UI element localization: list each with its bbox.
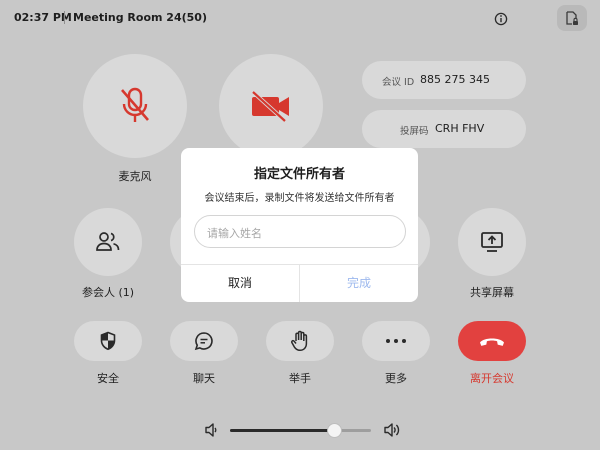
document-lock-icon <box>566 11 578 25</box>
microphone-button[interactable] <box>83 54 187 158</box>
leave-meeting-button[interactable] <box>458 321 526 361</box>
leave-meeting-label: 离开会议 <box>470 372 514 385</box>
meeting-room-title: Meeting Room 24(50) <box>73 11 207 24</box>
done-button[interactable]: 完成 <box>300 264 418 302</box>
cancel-button[interactable]: 取消 <box>181 264 299 302</box>
volume-slider-thumb[interactable] <box>326 423 342 438</box>
volume-slider[interactable] <box>230 423 371 438</box>
raise-hand-label: 举手 <box>289 372 311 385</box>
chat-label: 聊天 <box>193 372 215 385</box>
chat-bubble-icon <box>194 332 213 351</box>
video-off-icon <box>251 90 289 123</box>
owner-name-placeholder: 请输入姓名 <box>207 227 262 240</box>
share-screen-label: 共享屏幕 <box>470 286 514 299</box>
volume-control <box>0 412 600 448</box>
security-label: 安全 <box>97 372 119 385</box>
more-dots-icon <box>386 339 406 343</box>
hang-up-icon <box>480 338 504 346</box>
people-icon <box>96 232 120 251</box>
microphone-muted-icon <box>121 87 149 122</box>
cast-code-key: 投屏码 <box>400 126 429 137</box>
video-button[interactable] <box>219 54 323 158</box>
more-button[interactable] <box>362 321 430 361</box>
more-label: 更多 <box>385 372 407 385</box>
participants-button[interactable] <box>74 208 142 276</box>
share-screen-icon <box>481 232 503 252</box>
meeting-id-key: 会议 ID <box>382 77 415 88</box>
security-button[interactable] <box>74 321 142 361</box>
dialog-subtitle: 会议结束后，录制文件将发送给文件所有者 <box>204 193 395 204</box>
cast-code-pill: 投屏码 CRH FHV <box>362 110 526 148</box>
chat-button[interactable] <box>170 321 238 361</box>
participants-label: 参会人 (1) <box>81 286 135 299</box>
info-icon[interactable] <box>494 12 508 26</box>
volume-high-icon[interactable] <box>383 422 401 438</box>
top-bar: 02:37 PM Meeting Room 24(50) <box>0 0 600 36</box>
owner-name-input[interactable]: 请输入姓名 <box>194 215 406 248</box>
dialog-title: 指定文件所有者 <box>253 167 345 182</box>
hand-icon <box>291 330 308 352</box>
share-screen-button[interactable] <box>458 208 526 276</box>
meeting-id-pill: 会议 ID 885 275 345 <box>362 61 526 99</box>
volume-low-icon[interactable] <box>204 422 218 438</box>
divider <box>64 11 65 24</box>
raise-hand-button[interactable] <box>266 321 334 361</box>
recording-file-button[interactable] <box>557 5 587 31</box>
volume-slider-fill <box>230 429 335 432</box>
meeting-id-value: 885 275 345 <box>420 73 490 86</box>
microphone-label: 麦克风 <box>118 170 152 183</box>
shield-icon <box>100 331 116 351</box>
cast-code-value: CRH FHV <box>435 122 485 135</box>
assign-file-owner-dialog: 指定文件所有者 会议结束后，录制文件将发送给文件所有者 请输入姓名 取消 完成 <box>181 148 418 302</box>
